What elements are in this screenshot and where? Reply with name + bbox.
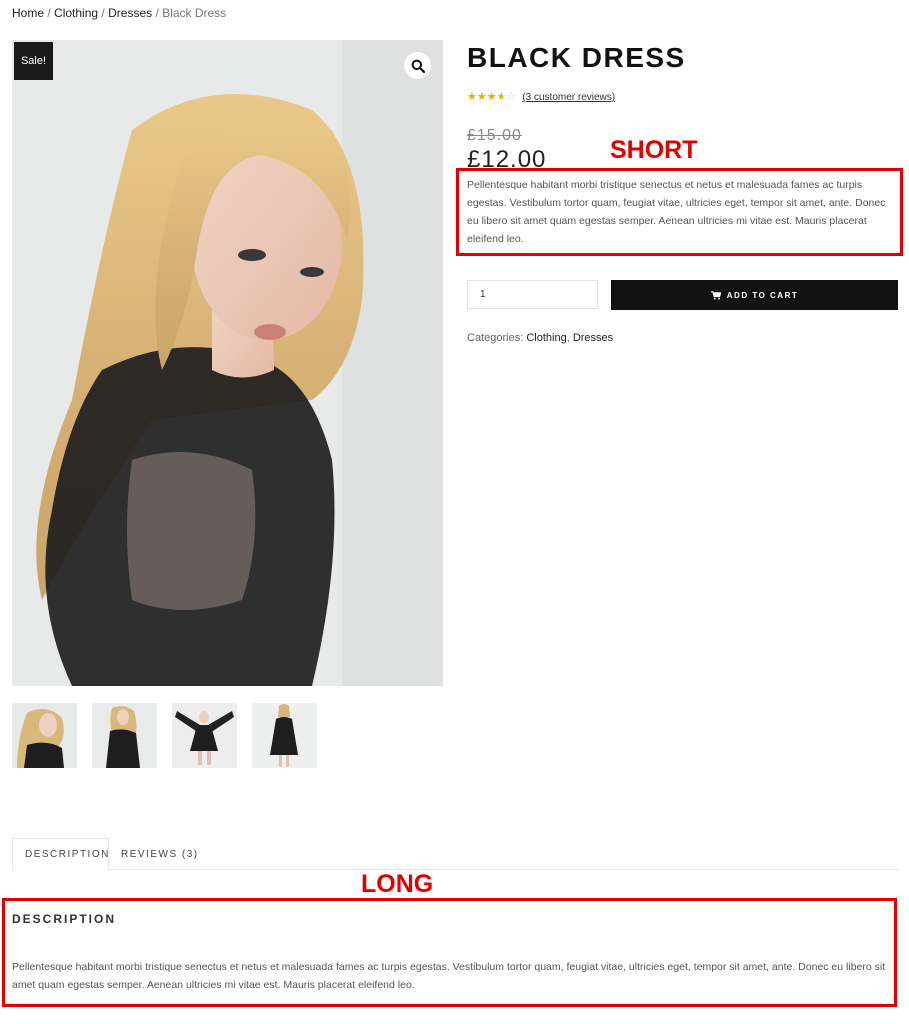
- search-icon: [411, 59, 425, 73]
- customer-reviews-link[interactable]: (3 customer reviews): [522, 92, 615, 103]
- cart-icon: [710, 290, 721, 299]
- category-link-dresses[interactable]: Dresses: [573, 332, 613, 344]
- category-link-clothing[interactable]: Clothing: [526, 332, 566, 344]
- thumbnail-4[interactable]: [252, 703, 317, 768]
- product-title: BLACK DRESS: [467, 42, 686, 73]
- product-main-image[interactable]: Sale!: [12, 40, 443, 686]
- sale-badge: Sale!: [14, 42, 53, 80]
- breadcrumb-current: Black Dress: [162, 6, 227, 20]
- category-separator: ,: [566, 332, 570, 344]
- tab-description[interactable]: DESCRIPTION: [12, 838, 109, 870]
- breadcrumb-dresses[interactable]: Dresses: [108, 6, 152, 20]
- breadcrumb-home[interactable]: Home: [12, 6, 44, 20]
- thumbnail-2[interactable]: [92, 703, 157, 768]
- zoom-button[interactable]: [404, 52, 431, 79]
- product-tabs: DESCRIPTION REVIEWS (3): [12, 838, 898, 870]
- thumbnail-photo: [172, 703, 237, 768]
- old-price: £15.00: [467, 127, 522, 144]
- breadcrumb-separator: /: [155, 6, 159, 20]
- add-to-cart-button[interactable]: ADD TO CART: [611, 280, 898, 310]
- breadcrumb-clothing[interactable]: Clothing: [54, 6, 98, 20]
- annotation-short-label: SHORT: [610, 136, 698, 164]
- quantity-input[interactable]: [467, 280, 598, 309]
- star-filled-icons: ★★★★★: [467, 92, 504, 103]
- product-rating: ☆☆☆☆☆ ★★★★★ (3 customer reviews): [467, 92, 615, 104]
- description-heading: DESCRIPTION: [12, 912, 117, 926]
- annotation-long-label: LONG: [361, 870, 434, 898]
- thumbnail-photo: [12, 703, 77, 768]
- thumbnail-photo: [92, 703, 157, 768]
- tab-reviews[interactable]: REVIEWS (3): [109, 838, 211, 870]
- breadcrumb: Home / Clothing / Dresses / Black Dress: [12, 6, 226, 20]
- long-description: Pellentesque habitant morbi tristique se…: [12, 961, 886, 991]
- short-description: Pellentesque habitant morbi tristique se…: [467, 179, 886, 245]
- breadcrumb-separator: /: [47, 6, 51, 20]
- product-categories: Categories: Clothing, Dresses: [467, 332, 613, 344]
- thumbnail-strip: [12, 703, 317, 768]
- thumbnail-1[interactable]: [12, 703, 77, 768]
- breadcrumb-separator: /: [101, 6, 105, 20]
- thumbnail-3[interactable]: [172, 703, 237, 768]
- categories-label: Categories:: [467, 332, 524, 344]
- star-rating: ☆☆☆☆☆ ★★★★★: [467, 92, 516, 103]
- thumbnail-photo: [252, 703, 317, 768]
- model-photo: [12, 40, 443, 686]
- add-to-cart-label: ADD TO CART: [726, 290, 799, 300]
